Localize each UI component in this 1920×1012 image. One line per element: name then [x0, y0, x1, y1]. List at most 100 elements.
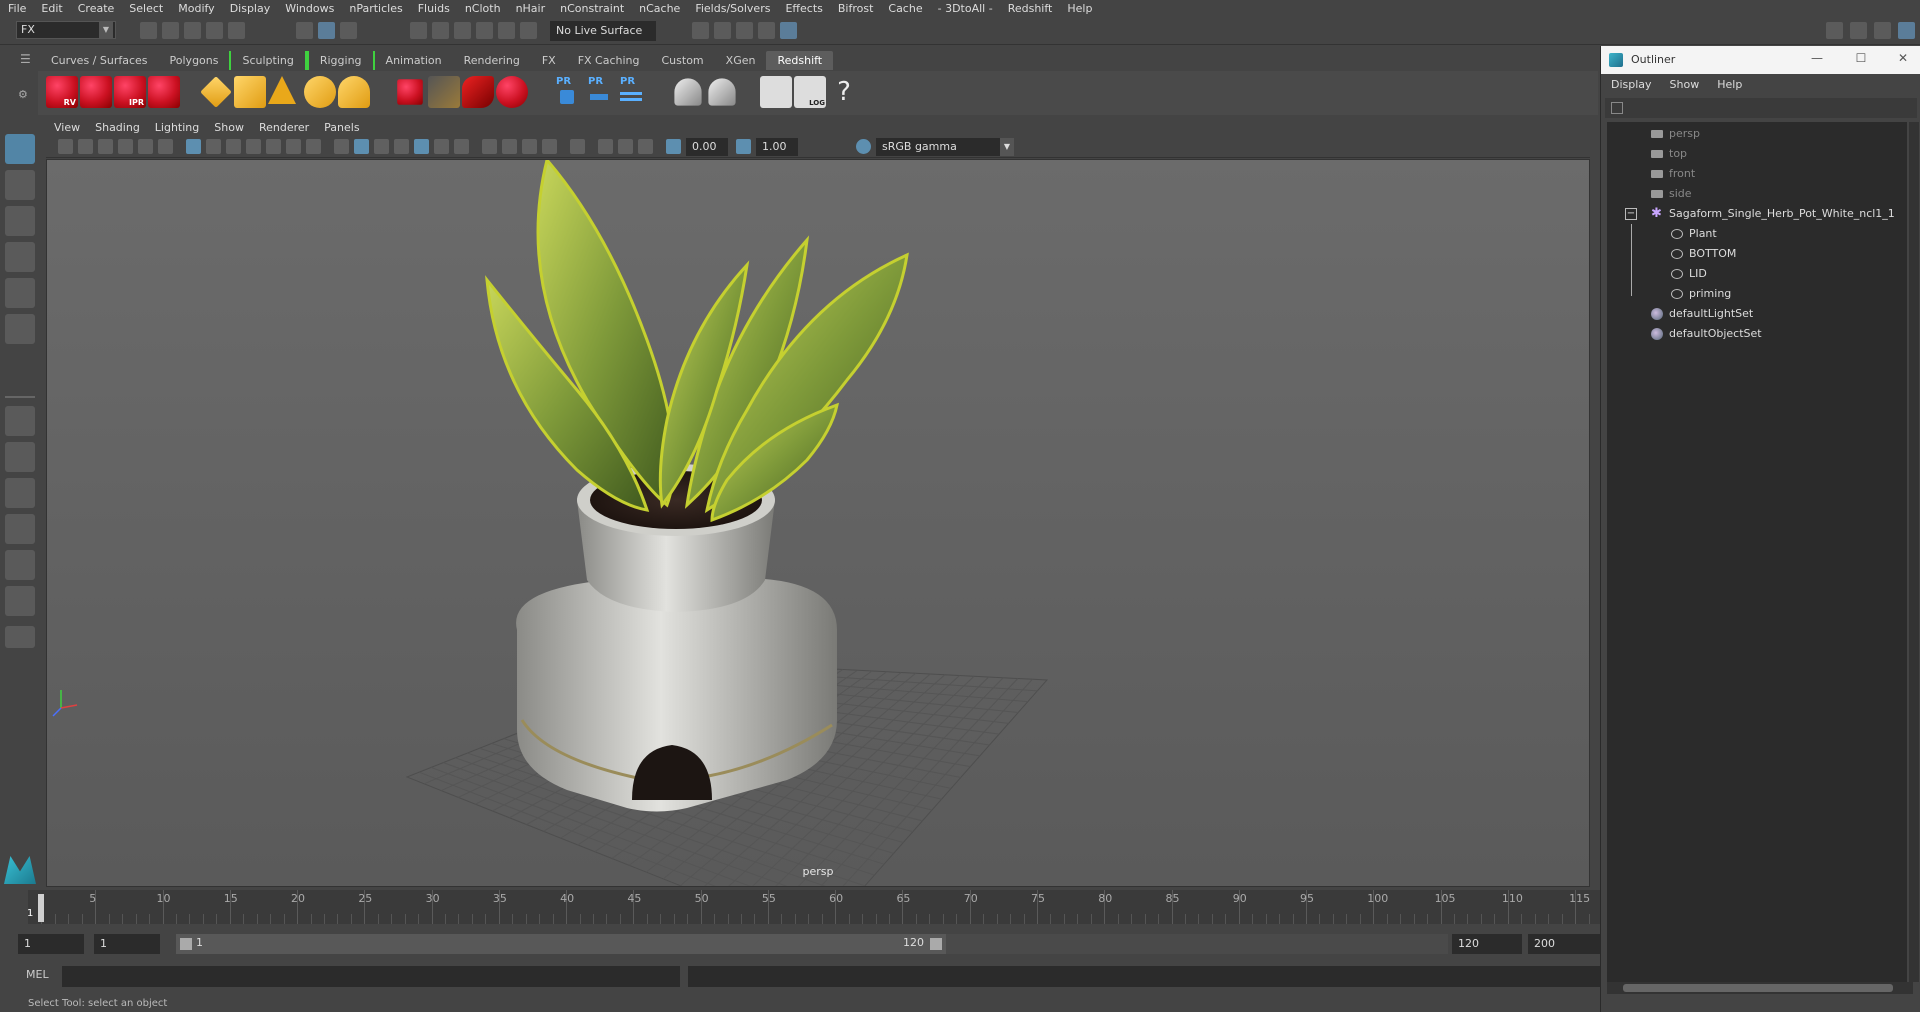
outliner-item-persp[interactable]: persp	[1607, 124, 1907, 144]
pr-export-icon[interactable]: PR	[584, 76, 616, 108]
anti-aliasing-icon[interactable]	[522, 139, 537, 154]
bake-options-icon[interactable]	[708, 78, 736, 106]
tab-redshift[interactable]: Redshift	[766, 51, 834, 70]
xray-components-icon[interactable]	[638, 139, 653, 154]
tab-polygons[interactable]: Polygons	[159, 51, 230, 70]
collapse-icon[interactable]: −	[1625, 208, 1637, 220]
textured-icon[interactable]	[414, 139, 429, 154]
gate-mask-icon[interactable]	[246, 139, 261, 154]
start-time-field[interactable]: 1	[18, 934, 84, 954]
default-lighting-icon[interactable]	[374, 139, 389, 154]
help-icon[interactable]: ?	[828, 76, 860, 108]
snap-curve-icon[interactable]	[432, 22, 449, 39]
tab-rendering[interactable]: Rendering	[453, 51, 531, 70]
camera-select-icon[interactable]	[58, 139, 73, 154]
outliner-item-side[interactable]: side	[1607, 184, 1907, 204]
outliner-item-plant[interactable]: Plant	[1607, 224, 1907, 244]
menu-fluids[interactable]: Fluids	[418, 2, 450, 15]
screen-space-ao-icon[interactable]	[482, 139, 497, 154]
current-time-marker[interactable]	[38, 894, 45, 922]
tab-custom[interactable]: Custom	[651, 51, 715, 70]
attribute-editor-icon[interactable]	[1850, 22, 1867, 39]
use-all-lights-icon[interactable]	[434, 139, 449, 154]
motion-blur-icon[interactable]	[502, 139, 517, 154]
menu-help[interactable]: Help	[1067, 2, 1092, 15]
outliner-item-default-object-set[interactable]: defaultObjectSet	[1607, 324, 1907, 344]
lasso-tool-icon[interactable]	[5, 170, 35, 200]
menu-ncloth[interactable]: nCloth	[465, 2, 501, 15]
four-view-layout-icon[interactable]	[5, 442, 35, 472]
portal-light-icon[interactable]	[234, 76, 266, 108]
menu-nhair[interactable]: nHair	[516, 2, 546, 15]
redshift-render-view-icon[interactable]: RV	[46, 76, 78, 108]
vp-menu-panels[interactable]: Panels	[324, 121, 359, 134]
outliner-item-front[interactable]: front	[1607, 164, 1907, 184]
outliner-vertical-scrollbar[interactable]	[1909, 122, 1919, 982]
toolbox-more-icon[interactable]	[5, 626, 35, 648]
outliner-item-top[interactable]: top	[1607, 144, 1907, 164]
bake-icon[interactable]	[674, 78, 702, 106]
redshift-proxy-icon[interactable]	[397, 79, 423, 105]
tab-fx-caching[interactable]: FX Caching	[567, 51, 651, 70]
outliner-menu-help[interactable]: Help	[1717, 78, 1742, 91]
custom-layout-icon[interactable]	[5, 586, 35, 616]
gamma-field[interactable]: 1.00	[756, 138, 798, 156]
safe-action-icon[interactable]	[286, 139, 301, 154]
outliner-item-lid[interactable]: LID	[1607, 264, 1907, 284]
scroll-thumb[interactable]	[1623, 984, 1893, 992]
tab-animation[interactable]: Animation	[375, 51, 453, 70]
image-plane-icon[interactable]	[118, 139, 133, 154]
outliner-item-bottom[interactable]: BOTTOM	[1607, 244, 1907, 264]
xray-joints-icon[interactable]	[618, 139, 633, 154]
film-gate-icon[interactable]	[206, 139, 221, 154]
menu-modify[interactable]: Modify	[178, 2, 214, 15]
command-input[interactable]	[62, 966, 680, 987]
snap-surface-icon[interactable]	[498, 22, 515, 39]
live-surface-field[interactable]: No Live Surface	[550, 21, 656, 41]
outliner-horizontal-scrollbar[interactable]	[1607, 982, 1913, 994]
wireframe-on-shaded-icon[interactable]	[394, 139, 409, 154]
menu-ncache[interactable]: nCache	[639, 2, 680, 15]
persp-graph-layout-icon[interactable]	[5, 514, 35, 544]
snap-view-icon[interactable]	[476, 22, 493, 39]
range-start-handle[interactable]	[180, 938, 192, 950]
view-transform-dropdown[interactable]: sRGB gamma ▼	[876, 138, 1014, 156]
menu-cache[interactable]: Cache	[888, 2, 922, 15]
perspective-viewport[interactable]: persp	[46, 159, 1590, 887]
area-light-icon[interactable]	[200, 76, 232, 108]
dome-light-icon[interactable]	[304, 76, 336, 108]
grease-pencil-icon[interactable]	[158, 139, 173, 154]
outliner-menu-show[interactable]: Show	[1670, 78, 1700, 91]
end-time-field[interactable]: 200	[1528, 934, 1600, 954]
range-slider-track[interactable]: 1 120	[176, 934, 946, 954]
redshift-material-icon[interactable]	[496, 76, 528, 108]
ipr-render-icon[interactable]	[736, 22, 753, 39]
playback-end-field[interactable]: 120	[1452, 934, 1522, 954]
redo-icon[interactable]	[228, 22, 245, 39]
redshift-settings-icon[interactable]	[148, 76, 180, 108]
render-frame-icon[interactable]	[714, 22, 731, 39]
menu-effects[interactable]: Effects	[785, 2, 822, 15]
menu-edit[interactable]: Edit	[41, 2, 62, 15]
snap-grid-icon[interactable]	[410, 22, 427, 39]
tab-xgen[interactable]: XGen	[715, 51, 767, 70]
pr-import-icon[interactable]: PR	[552, 76, 584, 108]
menu-file[interactable]: File	[8, 2, 26, 15]
menu-nparticles[interactable]: nParticles	[349, 2, 402, 15]
select-by-hierarchy-icon[interactable]	[296, 22, 313, 39]
spot-light-icon[interactable]	[268, 76, 296, 104]
menu-display[interactable]: Display	[230, 2, 271, 15]
minimize-icon[interactable]: —	[1807, 51, 1827, 65]
pr-convert-icon[interactable]: PR	[616, 76, 648, 108]
camera-attributes-icon[interactable]	[78, 139, 93, 154]
snap-live-icon[interactable]	[520, 22, 537, 39]
save-scene-icon[interactable]	[184, 22, 201, 39]
color-management-icon[interactable]	[856, 139, 871, 154]
2d-pan-zoom-icon[interactable]	[138, 139, 153, 154]
exposure-icon[interactable]	[666, 139, 681, 154]
wireframe-icon[interactable]	[334, 139, 349, 154]
tab-fx[interactable]: FX	[531, 51, 567, 70]
rotate-tool-icon[interactable]	[5, 278, 35, 308]
outliner-item-group[interactable]: − ✱ Sagaform_Single_Herb_Pot_White_ncl1_1	[1607, 204, 1907, 224]
grid-toggle-icon[interactable]	[186, 139, 201, 154]
